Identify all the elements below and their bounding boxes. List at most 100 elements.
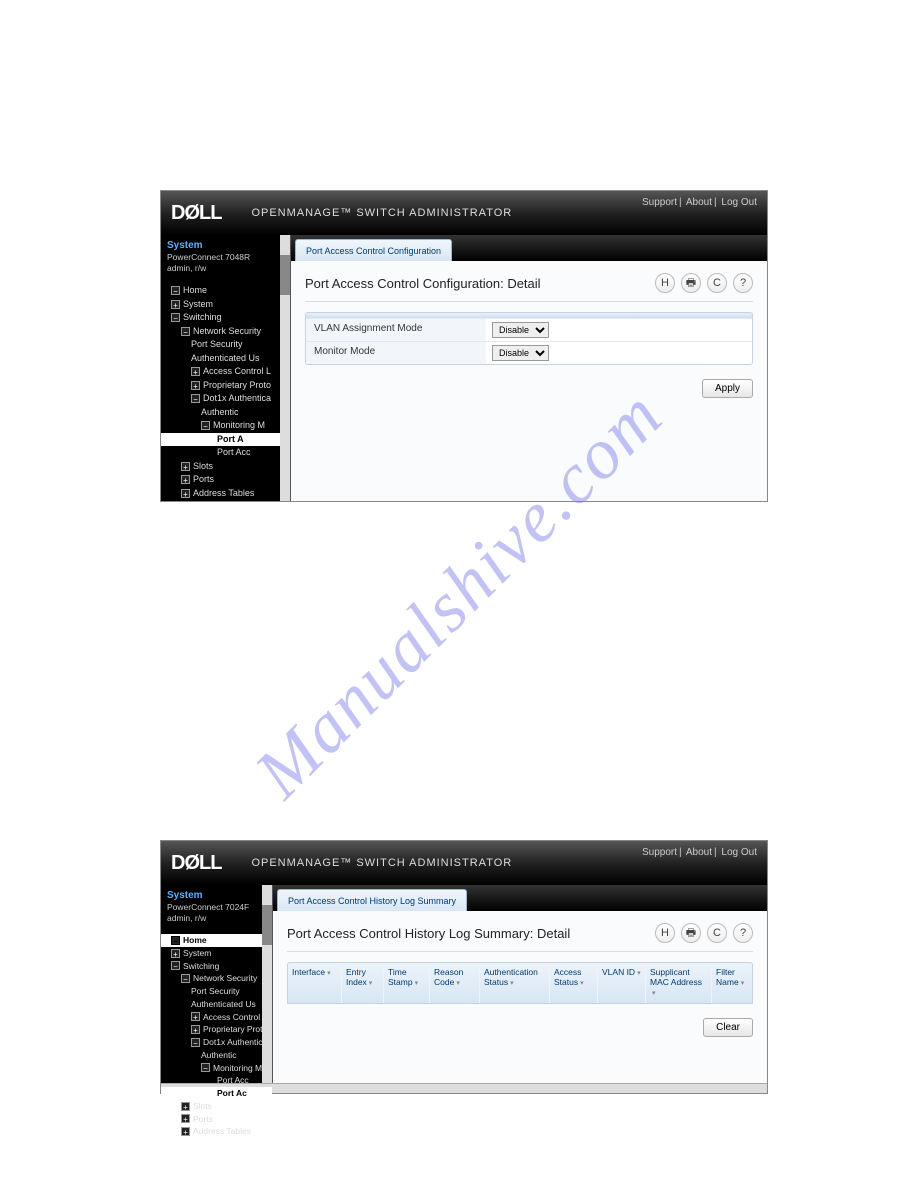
nav-network-security[interactable]: −Network Security (161, 325, 290, 339)
col-reason-code[interactable]: Reason Code▾ (430, 963, 480, 1003)
sidebar-system: System (167, 239, 284, 252)
nav-auth-users[interactable]: Authenticated Us (161, 998, 272, 1011)
apply-button[interactable]: Apply (702, 379, 753, 398)
tab-port-access-config[interactable]: Port Access Control Configuration (295, 239, 452, 261)
nav-port-a-selected[interactable]: Port A (161, 433, 290, 447)
sidebar: System PowerConnect 7024F admin, r/w −Ho… (161, 885, 273, 1083)
link-logout[interactable]: Log Out (721, 197, 757, 208)
col-vlan-id[interactable]: VLAN ID▾ (598, 963, 646, 1003)
nav-ports[interactable]: +Ports (161, 473, 290, 487)
link-about[interactable]: About (686, 197, 712, 208)
collapse-icon: − (171, 286, 180, 295)
vlan-mode-label: VLAN Assignment Mode (306, 319, 486, 341)
monitor-mode-label: Monitor Mode (306, 342, 486, 364)
expand-icon: + (191, 1012, 200, 1021)
collapse-icon: − (201, 1063, 210, 1072)
refresh-icon[interactable]: C (707, 923, 727, 943)
nav-acl[interactable]: +Access Control L (161, 1011, 272, 1024)
nav-port-ac-selected[interactable]: Port Ac (161, 1087, 272, 1100)
tab-port-access-history[interactable]: Port Access Control History Log Summary (277, 889, 467, 911)
sidebar: System PowerConnect 7048R admin, r/w −Ho… (161, 235, 291, 501)
nav-auth-users[interactable]: Authenticated Us (161, 352, 290, 366)
vlan-mode-select[interactable]: Disable (492, 322, 549, 338)
sidebar-user: admin, r/w (167, 913, 266, 924)
nav-port-security[interactable]: Port Security (161, 985, 272, 998)
expand-icon: + (191, 1025, 200, 1034)
top-bar: DØLL OPENMANAGE™ SWITCH ADMINISTRATOR Su… (161, 191, 767, 235)
nav-tree: −Home +System −Switching −Network Securi… (161, 284, 290, 500)
expand-icon: + (171, 949, 180, 958)
col-auth-status[interactable]: Authentication Status▾ (480, 963, 550, 1003)
collapse-icon: − (191, 394, 200, 403)
collapse-icon: − (201, 421, 210, 430)
nav-slots[interactable]: +Slots (161, 460, 290, 474)
nav-proprietary[interactable]: +Proprietary Proto (161, 1023, 272, 1036)
collapse-icon: − (171, 936, 180, 945)
nav-monitoring[interactable]: −Monitoring M (161, 1062, 272, 1075)
dell-logo: DØLL (171, 202, 221, 225)
top-links: Support| About| Log Out (642, 197, 757, 208)
nav-system[interactable]: +System (161, 947, 272, 960)
page-title: Port Access Control Configuration: Detai… (305, 276, 541, 291)
screenshot-2: DØLL OPENMANAGE™ SWITCH ADMINISTRATOR Su… (160, 840, 768, 1094)
nav-address-tables[interactable]: +Address Tables (161, 1125, 272, 1138)
nav-ports[interactable]: +Ports (161, 1113, 272, 1126)
help-icon[interactable]: ? (733, 923, 753, 943)
nav-port-acc[interactable]: Port Acc (161, 1074, 272, 1087)
nav-network-security[interactable]: −Network Security (161, 972, 272, 985)
col-interface[interactable]: Interface▾ (288, 963, 342, 1003)
clear-button[interactable]: Clear (703, 1018, 753, 1037)
nav-authentic[interactable]: Authentic (161, 406, 290, 420)
nav-monitoring[interactable]: −Monitoring M (161, 419, 290, 433)
collapse-icon: − (181, 974, 190, 983)
nav-port-security[interactable]: Port Security (161, 338, 290, 352)
nav-home[interactable]: −Home (161, 934, 272, 947)
config-form: VLAN Assignment Mode Disable Monitor Mod… (305, 312, 753, 365)
nav-tree: −Home +System −Switching −Network Securi… (161, 934, 272, 1138)
print-icon[interactable]: 🖶 (681, 923, 701, 943)
sidebar-model: PowerConnect 7024F (167, 902, 266, 913)
col-access-status[interactable]: Access Status▾ (550, 963, 598, 1003)
nav-proprietary[interactable]: +Proprietary Proto (161, 379, 290, 393)
nav-dot1x[interactable]: −Dot1x Authentica (161, 1036, 272, 1049)
log-table-header: Interface▾ Entry Index▾ Time Stamp▾ Reas… (287, 962, 753, 1004)
col-filter-name[interactable]: Filter Name▾ (712, 963, 752, 1003)
col-time-stamp[interactable]: Time Stamp▾ (384, 963, 430, 1003)
collapse-icon: − (171, 961, 180, 970)
save-icon[interactable]: H (655, 273, 675, 293)
expand-icon: + (181, 1102, 190, 1111)
nav-authentic[interactable]: Authentic (161, 1049, 272, 1062)
nav-home[interactable]: −Home (161, 284, 290, 298)
nav-system[interactable]: +System (161, 298, 290, 312)
print-icon[interactable]: 🖶 (681, 273, 701, 293)
link-support[interactable]: Support (642, 847, 677, 858)
link-logout[interactable]: Log Out (721, 847, 757, 858)
link-support[interactable]: Support (642, 197, 677, 208)
nav-address-tables[interactable]: +Address Tables (161, 487, 290, 501)
nav-slots[interactable]: +Slots (161, 1100, 272, 1113)
col-supplicant-mac[interactable]: Supplicant MAC Address▾ (646, 963, 712, 1003)
nav-switching[interactable]: −Switching (161, 311, 290, 325)
save-icon[interactable]: H (655, 923, 675, 943)
nav-acl[interactable]: +Access Control L (161, 365, 290, 379)
sidebar-scrollbar[interactable] (280, 235, 290, 501)
expand-icon: + (181, 475, 190, 484)
nav-dot1x[interactable]: −Dot1x Authentica (161, 392, 290, 406)
expand-icon: + (191, 367, 200, 376)
expand-icon: + (181, 462, 190, 471)
sidebar-scrollbar[interactable] (262, 885, 272, 1083)
col-entry-index[interactable]: Entry Index▾ (342, 963, 384, 1003)
expand-icon: + (181, 489, 190, 498)
nav-port-acc[interactable]: Port Acc (161, 446, 290, 460)
top-bar: DØLL OPENMANAGE™ SWITCH ADMINISTRATOR Su… (161, 841, 767, 885)
refresh-icon[interactable]: C (707, 273, 727, 293)
expand-icon: + (191, 381, 200, 390)
help-icon[interactable]: ? (733, 273, 753, 293)
monitor-mode-select[interactable]: Disable (492, 345, 549, 361)
dell-logo: DØLL (171, 852, 221, 875)
nav-switching[interactable]: −Switching (161, 960, 272, 973)
link-about[interactable]: About (686, 847, 712, 858)
collapse-icon: − (171, 313, 180, 322)
collapse-icon: − (191, 1038, 200, 1047)
app-title: OPENMANAGE™ SWITCH ADMINISTRATOR (251, 207, 512, 219)
